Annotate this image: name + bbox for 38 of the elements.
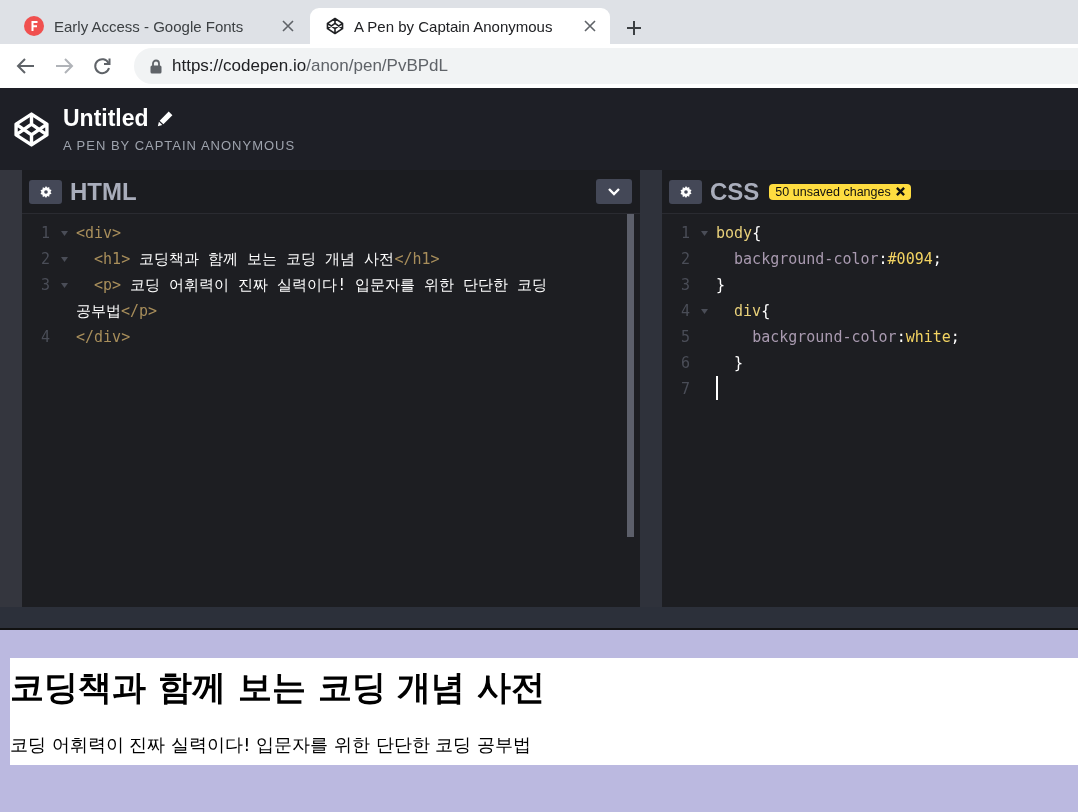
code-line: <h1> 코딩책과 함께 보는 코딩 개념 사전</h1> [93, 249, 441, 270]
code-line: } [733, 353, 745, 374]
code-line: <div> [76, 223, 123, 244]
code-line: </div> [76, 327, 132, 348]
pen-subtitle: A PEN BY CAPTAIN ANONYMOUS [63, 138, 296, 153]
settings-button[interactable] [669, 179, 702, 204]
code-line: body{ [716, 223, 763, 244]
preview-heading: 코딩책과 함께 보는 코딩 개념 사전 [10, 667, 546, 707]
url-text: https://codepen.io/anon/pen/PvBPdL [172, 56, 448, 76]
gear-icon [39, 185, 52, 198]
editor-title: HTML [70, 177, 137, 206]
code-line: div{ [733, 301, 772, 322]
code-line: background-color:white; [751, 327, 961, 348]
codepen-logo-icon [13, 110, 50, 148]
gear-icon [679, 185, 692, 198]
pencil-icon[interactable] [156, 110, 174, 127]
chevron-down-icon [608, 187, 620, 196]
favicon-icon [24, 16, 44, 36]
codepen-logo-icon [326, 17, 344, 35]
code-line: background-color:#0094; [733, 249, 943, 270]
preview-paragraph: 코딩 어휘력이 진짜 실력이다! 입문자를 위한 단단한 코딩 공부법 [10, 734, 531, 755]
collapse-button[interactable] [596, 179, 632, 204]
close-icon[interactable] [895, 187, 905, 196]
unsaved-changes-badge[interactable]: 50 unsaved changes [769, 183, 911, 200]
scrollbar[interactable] [627, 214, 634, 537]
lock-icon [150, 58, 162, 74]
code-line: <p> 코딩 어휘력이 진짜 실력이다! 입문자를 위한 단단한 코딩 공부법</p> [76, 275, 549, 322]
pen-title: Untitled [63, 105, 149, 132]
browser-tab[interactable]: A Pen by Captain Anonymous [310, 8, 610, 44]
browser-tab[interactable]: Early Access - Google Fonts [8, 8, 308, 44]
code-line: } [716, 275, 727, 296]
editor-title: CSS [710, 177, 760, 206]
address-bar[interactable]: https://codepen.io/anon/pen/PvBPdL [134, 48, 1078, 84]
new-tab-icon[interactable] [626, 20, 642, 36]
reload-icon[interactable] [92, 56, 112, 76]
settings-button[interactable] [29, 179, 62, 204]
back-arrow-icon[interactable] [16, 56, 36, 76]
close-icon[interactable] [584, 20, 596, 32]
